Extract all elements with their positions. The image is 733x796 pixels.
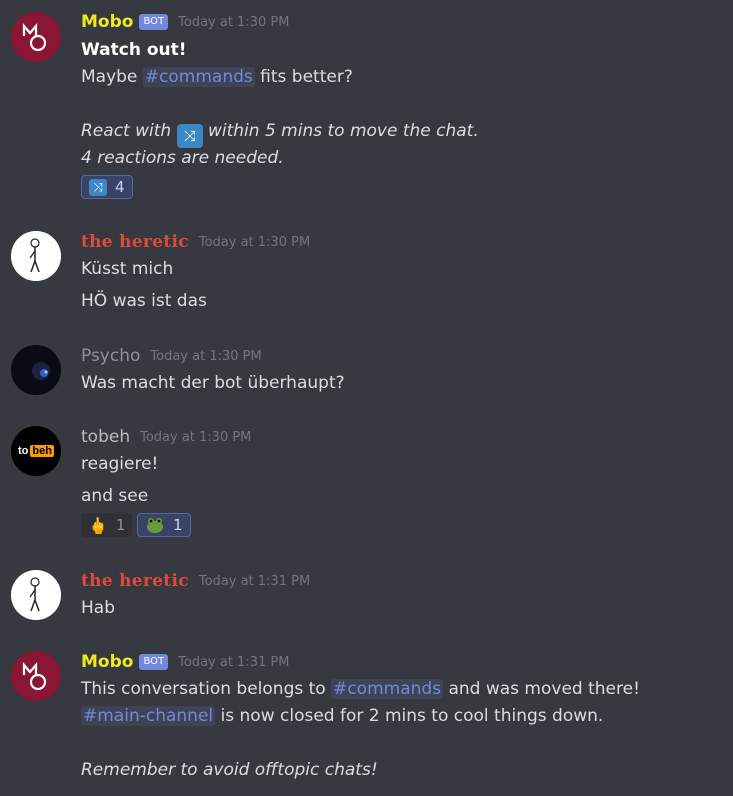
message-line: Maybe #commands fits better? — [81, 67, 353, 87]
reaction-middle-finger[interactable]: 🖕 1 — [81, 513, 133, 537]
timestamp: Today at 1:30 PM — [140, 429, 252, 445]
message-line: reagiere! — [81, 454, 159, 474]
reaction-count: 1 — [173, 516, 183, 534]
timestamp: Today at 1:30 PM — [198, 234, 311, 250]
avatar-mobo[interactable] — [11, 12, 61, 62]
username[interactable]: the heretic — [81, 571, 189, 591]
avatar-text-left: to — [18, 445, 29, 457]
twisted-arrows-icon: ⤨ — [176, 124, 203, 148]
username[interactable]: tobeh — [81, 427, 130, 447]
message-line: #main-channel is now closed for 2 mins t… — [81, 706, 603, 726]
message-line: 4 reactions are needed. — [81, 148, 284, 168]
text: and was moved there! — [448, 679, 640, 699]
bot-badge: BOT — [139, 14, 169, 30]
username[interactable]: the heretic — [81, 232, 189, 252]
channel-mention[interactable]: #commands — [142, 67, 255, 87]
avatar-text-right: beh — [30, 445, 54, 457]
avatar-tobeh[interactable]: to beh — [11, 426, 61, 476]
frog-icon — [147, 518, 163, 533]
text: Maybe — [81, 67, 138, 87]
text: This conversation belongs to — [81, 679, 326, 699]
dark-avatar-icon — [11, 345, 61, 395]
avatar-psycho[interactable] — [11, 345, 61, 395]
bot-badge: BOT — [139, 654, 169, 670]
timestamp: Today at 1:31 PM — [178, 654, 290, 670]
avatar-heretic[interactable] — [11, 231, 61, 281]
message-line: Hab — [81, 598, 115, 618]
message-line: HÖ was ist das — [81, 291, 207, 311]
username[interactable]: Mobo — [81, 652, 133, 672]
text: fits better? — [260, 67, 353, 87]
timestamp: Today at 1:30 PM — [150, 348, 262, 364]
message-title: Watch out! — [81, 40, 187, 60]
text: is now closed for 2 mins to cool things … — [220, 706, 604, 726]
message-line: and see — [81, 486, 149, 506]
timestamp: Today at 1:30 PM — [178, 14, 290, 30]
channel-mention[interactable]: #main-channel — [81, 706, 216, 726]
text: within 5 mins to move the chat. — [207, 121, 479, 141]
username[interactable]: Mobo — [81, 12, 133, 32]
mobo-logo-icon — [11, 12, 61, 62]
stick-figure-icon — [11, 231, 61, 281]
twisted-arrows-icon: ⤨ — [89, 178, 107, 196]
message-line: React with ⤨ within 5 mins to move the c… — [81, 121, 479, 148]
reaction-frog[interactable]: 1 — [137, 513, 191, 537]
text: React with — [81, 121, 172, 141]
timestamp: Today at 1:31 PM — [198, 573, 311, 589]
middle-finger-icon: 🖕 — [88, 515, 108, 535]
message-line: Remember to avoid offtopic chats! — [81, 760, 378, 780]
channel-mention[interactable]: #commands — [331, 679, 444, 699]
reaction-count: 4 — [115, 178, 125, 196]
username[interactable]: Psycho — [81, 346, 140, 366]
reaction-twisted-arrows[interactable]: ⤨ 4 — [81, 175, 133, 199]
message-line: This conversation belongs to #commands a… — [81, 679, 640, 699]
avatar-heretic[interactable] — [11, 570, 61, 620]
reaction-count: 1 — [115, 516, 126, 534]
mobo-logo-icon — [11, 651, 61, 701]
message-line: Was macht der bot überhaupt? — [81, 373, 345, 393]
avatar-mobo[interactable] — [11, 651, 61, 701]
stick-figure-icon — [11, 570, 61, 620]
message-line: Küsst mich — [81, 259, 174, 279]
